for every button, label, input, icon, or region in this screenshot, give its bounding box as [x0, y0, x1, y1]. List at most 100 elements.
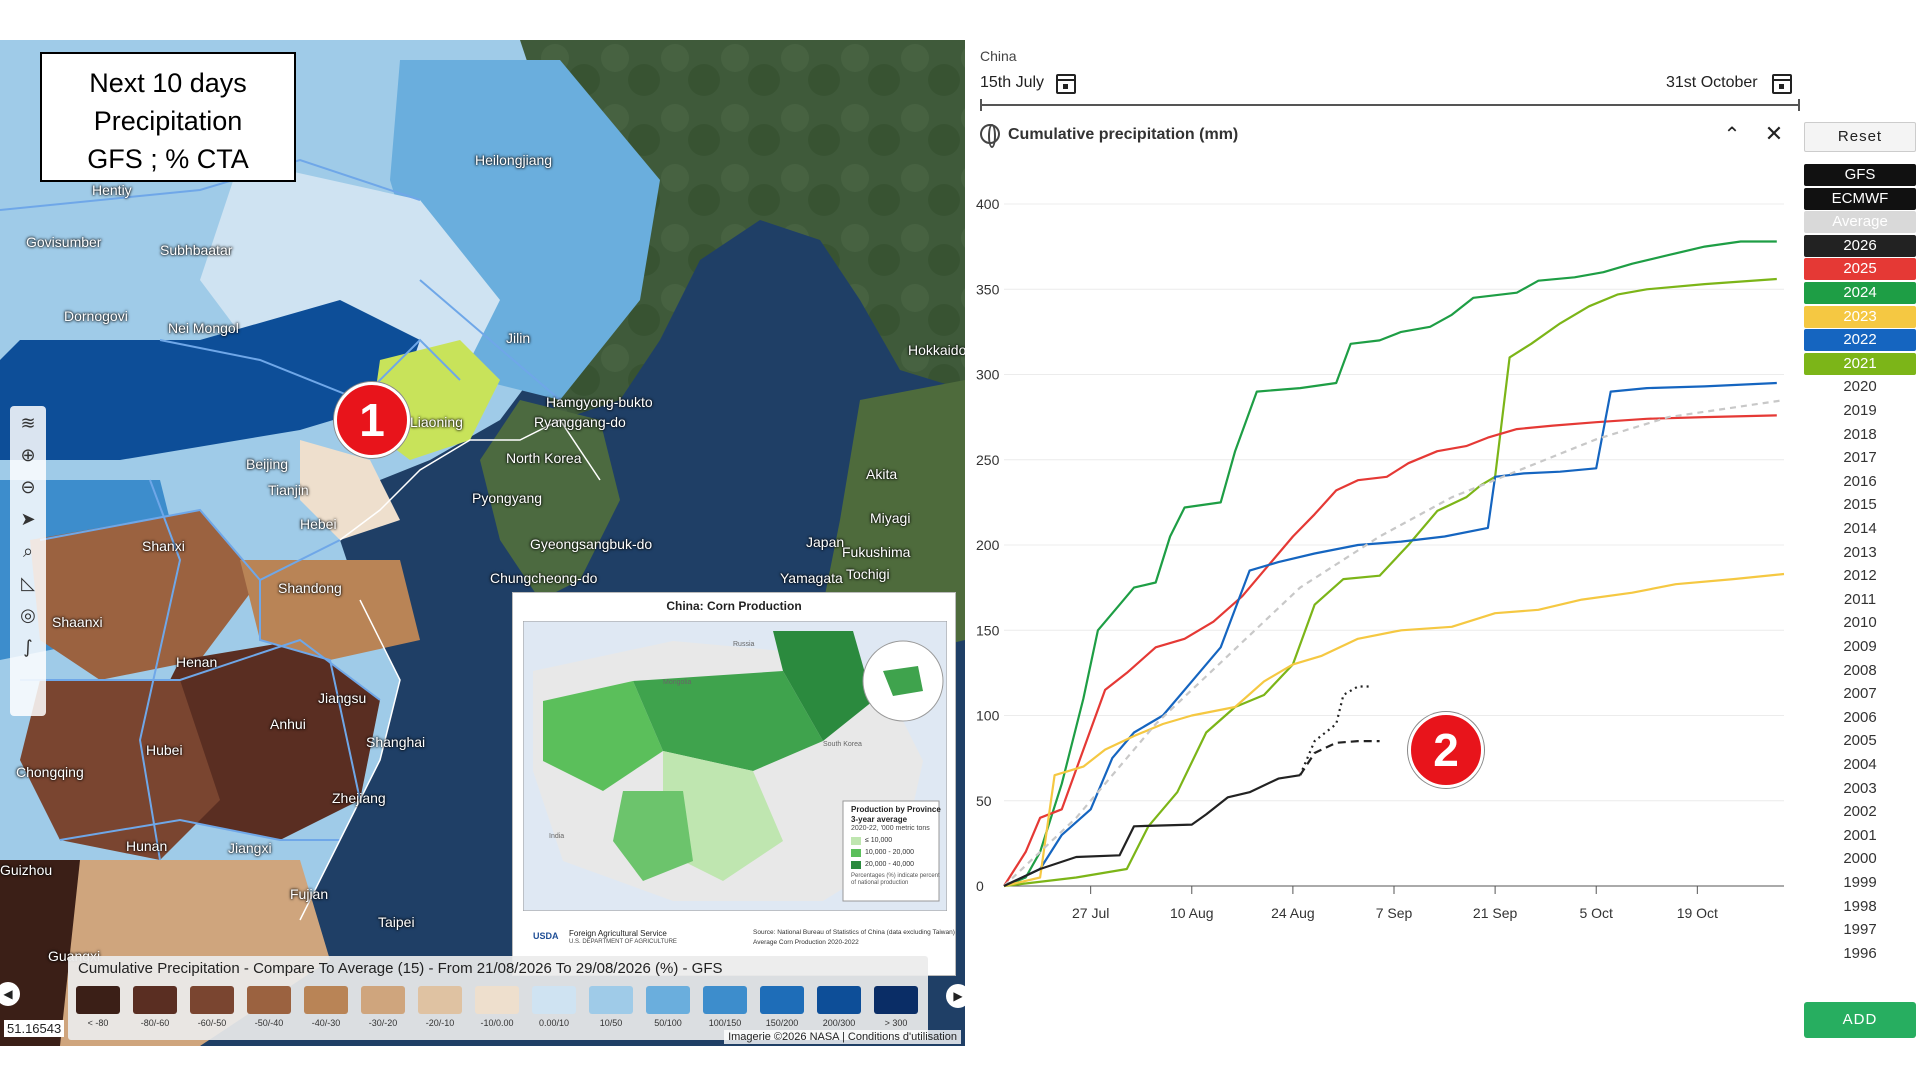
legend-swatch-label: -50/-40	[254, 1018, 284, 1028]
date-range-slider[interactable]	[980, 99, 1800, 111]
series-toggle-1999[interactable]: 1999	[1804, 872, 1916, 894]
calendar-icon[interactable]	[1056, 74, 1076, 94]
inset-legend-item: 20,000 - 40,000	[865, 861, 915, 868]
navigate-icon[interactable]: ➤	[16, 508, 40, 532]
y-tick-label: 200	[976, 537, 1000, 553]
x-tick-label: 27 Jul	[1072, 905, 1109, 921]
inset-title: China: Corn Production	[666, 599, 802, 613]
place-label: Jilin	[506, 330, 531, 346]
legend-swatch	[589, 986, 633, 1014]
place-label: Pyongyang	[472, 490, 543, 506]
x-tick-label: 5 Oct	[1579, 905, 1613, 921]
y-tick-label: 350	[976, 281, 1000, 297]
legend-swatch-label: 150/200	[765, 1018, 799, 1028]
end-date[interactable]: 31st October	[1666, 74, 1758, 92]
draw-icon[interactable]: ∫	[16, 636, 40, 660]
place-label: Chongqing	[16, 764, 84, 780]
series-toggle-2004[interactable]: 2004	[1804, 754, 1916, 776]
measure-icon[interactable]: ◺	[16, 572, 40, 596]
series-toggle-1998[interactable]: 1998	[1804, 895, 1916, 918]
zoom-out-icon[interactable]: ⊖	[16, 476, 40, 500]
series-toggle-2009[interactable]: 2009	[1804, 636, 1916, 658]
series-toggle-2016[interactable]: 2016	[1804, 470, 1916, 493]
place-label: Akita	[866, 466, 898, 482]
inset-source: Source: National Bureau of Statistics of…	[753, 929, 955, 936]
place-label: Shanxi	[142, 538, 185, 554]
start-date[interactable]: 15th July	[980, 74, 1044, 92]
series-toggle-2006[interactable]: 2006	[1804, 706, 1916, 729]
series-toggle-2012[interactable]: 2012	[1804, 565, 1916, 588]
legend-swatch-label: -20/-10	[425, 1018, 455, 1028]
series-toggle-2021[interactable]: 2021	[1804, 352, 1916, 375]
zoom-in-icon[interactable]: ⊕	[16, 444, 40, 468]
series-toggle-2000[interactable]: 2000	[1804, 848, 1916, 871]
inset-legend-swatch	[851, 861, 861, 869]
legend-swatch	[418, 986, 462, 1014]
legend-swatch	[874, 986, 918, 1014]
legend-title: Cumulative Precipitation - Compare To Av…	[78, 960, 723, 977]
map-title-line: Precipitation	[93, 106, 243, 136]
add-button[interactable]: ADD	[1804, 1002, 1916, 1038]
y-tick-label: 150	[976, 622, 1000, 638]
series-toggle-2014[interactable]: 2014	[1804, 518, 1916, 540]
inset-legend-item: 10,000 - 20,000	[865, 849, 915, 856]
series-toggle-2010[interactable]: 2010	[1804, 612, 1916, 635]
series-toggle-2024[interactable]: 2024	[1804, 282, 1916, 304]
map-attribution[interactable]: Imagerie ©2026 NASA | Conditions d'utili…	[724, 1030, 961, 1044]
series-toggle-gfs[interactable]: GFS	[1804, 164, 1916, 186]
series-toggle-2001[interactable]: 2001	[1804, 824, 1916, 847]
callout-badge-2: 2	[1408, 712, 1484, 788]
place-label: Govisumber	[26, 234, 102, 250]
layers-icon[interactable]: ≋	[16, 412, 40, 436]
place-label: North Korea	[506, 450, 582, 466]
series-toggle-average[interactable]: Average	[1804, 211, 1916, 234]
series-toggle-2015[interactable]: 2015	[1804, 494, 1916, 517]
legend-swatch	[133, 986, 177, 1014]
locate-icon[interactable]: ◎	[16, 604, 40, 628]
series-toggle-2005[interactable]: 2005	[1804, 730, 1916, 753]
legend-swatch-label: > 300	[884, 1018, 908, 1028]
series-toggle-2003[interactable]: 2003	[1804, 777, 1916, 800]
inset-legend-swatch	[851, 849, 861, 857]
legend-swatch-label: -60/-50	[197, 1018, 227, 1028]
legend-swatch	[532, 986, 576, 1014]
scroll-right-icon[interactable]: ▶	[946, 984, 965, 1008]
series-toggle-2020[interactable]: 2020	[1804, 376, 1916, 399]
x-tick-label: 19 Oct	[1677, 905, 1718, 921]
series-toggle-2011[interactable]: 2011	[1804, 588, 1916, 611]
place-label: Chungcheong-do	[490, 570, 598, 586]
series-toggle-2007[interactable]: 2007	[1804, 683, 1916, 706]
series-toggle-2022[interactable]: 2022	[1804, 329, 1916, 352]
place-label: Anhui	[270, 716, 306, 732]
place-label: Fukushima	[842, 544, 911, 560]
series-toggle-2008[interactable]: 2008	[1804, 659, 1916, 682]
reset-button[interactable]: Reset	[1804, 122, 1916, 152]
x-tick-label: 24 Aug	[1271, 905, 1315, 921]
place-label: Tianjin	[268, 482, 309, 498]
series-toggle-2023[interactable]: 2023	[1804, 305, 1916, 328]
place-label: Shaanxi	[52, 614, 103, 630]
series-toggle-2017[interactable]: 2017	[1804, 447, 1916, 470]
series-toggle-2025[interactable]: 2025	[1804, 258, 1916, 281]
legend-swatch	[817, 986, 861, 1014]
series-toggle-2018[interactable]: 2018	[1804, 423, 1916, 446]
y-tick-label: 100	[976, 708, 1000, 724]
series-toggle-2002[interactable]: 2002	[1804, 801, 1916, 824]
region-label: China	[980, 48, 1017, 64]
inset-legend-swatch	[851, 837, 861, 845]
map-legend: Cumulative Precipitation - Compare To Av…	[68, 956, 928, 1040]
series-toggle-ecmwf[interactable]: ECMWF	[1804, 187, 1916, 210]
search-icon[interactable]: ⌕	[16, 540, 40, 564]
place-label: Yamagata	[780, 570, 843, 586]
place-label: Hokkaido	[908, 342, 965, 358]
series-toggle-2026[interactable]: 2026	[1804, 234, 1916, 257]
series-toggle-2013[interactable]: 2013	[1804, 541, 1916, 564]
place-label: Tochigi	[846, 566, 890, 582]
series-toggle-1997[interactable]: 1997	[1804, 919, 1916, 942]
calendar-icon[interactable]	[1772, 74, 1792, 94]
map-panel[interactable]: Heilongjiang Hentiy Govisumber Subhbaata…	[0, 40, 965, 1046]
series-toggle-2019[interactable]: 2019	[1804, 400, 1916, 422]
place-label: Hentiy	[92, 182, 132, 198]
legend-swatch	[475, 986, 519, 1014]
series-toggle-1996[interactable]: 1996	[1804, 942, 1916, 965]
